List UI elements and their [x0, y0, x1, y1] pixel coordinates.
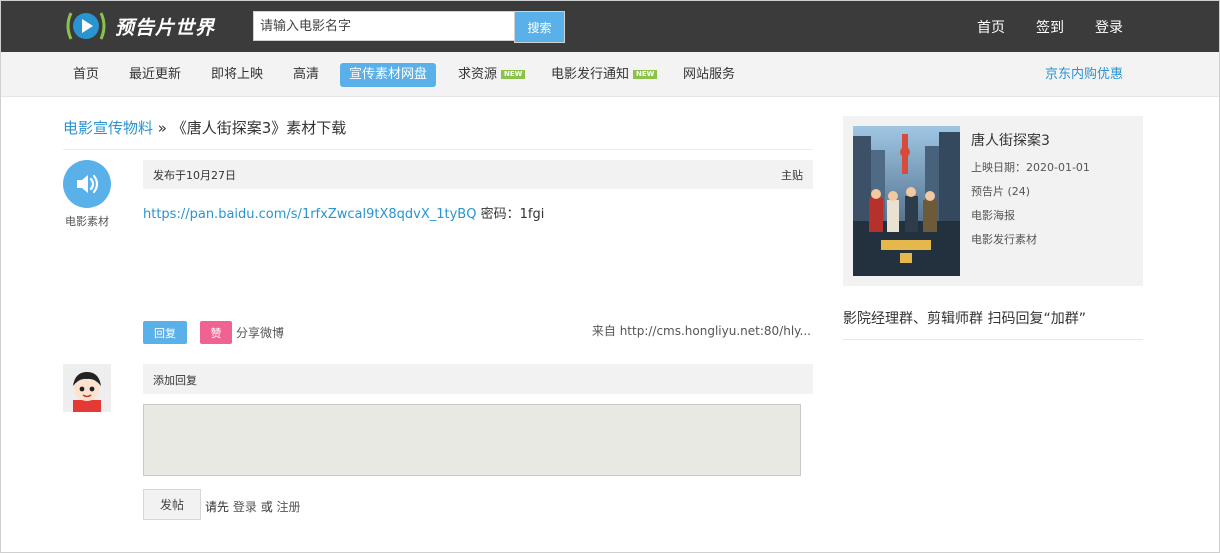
post-date: 发布于10月27日 [153, 169, 236, 182]
main-nav: 首页 最近更新 即将上映 高清 宣传素材网盘 求资源 NEW 电影发行通知 NEW … [1, 52, 1219, 97]
breadcrumb-separator: » [157, 119, 167, 137]
breadcrumb-link[interactable]: 电影宣传物料 [63, 119, 153, 137]
movie-poster-image [853, 126, 960, 276]
speaker-icon [77, 174, 99, 194]
author-avatar[interactable] [63, 160, 111, 208]
top-link-login[interactable]: 登录 [1095, 17, 1123, 37]
top-link-home[interactable]: 首页 [977, 17, 1005, 37]
nav-item-release-notice-label: 电影发行通知 [551, 67, 630, 82]
post-tag: 主贴 [781, 169, 803, 182]
nav-item-upcoming[interactable]: 即将上映 [211, 63, 263, 87]
search-button[interactable]: 搜索 [514, 11, 565, 43]
nav-item-request-label: 求资源 [458, 67, 498, 82]
top-bar: 预告片世界 搜索 首页 签到 登录 [1, 1, 1219, 52]
nav-item-home[interactable]: 首页 [73, 63, 99, 87]
movie-poster[interactable] [853, 126, 960, 276]
reply-button[interactable]: 回复 [143, 321, 187, 344]
nav-item-release-notice[interactable]: 电影发行通知 NEW [551, 63, 658, 87]
password-label: 密码： [480, 207, 520, 222]
register-link[interactable]: 注册 [277, 500, 301, 514]
post-source: 来自 http://cms.hongliyu.net:80/hly... [591, 324, 811, 338]
top-links: 首页 签到 登录 [946, 1, 1123, 52]
submit-post-button[interactable]: 发帖 [143, 489, 201, 520]
logo-text: 预告片世界 [115, 16, 216, 39]
new-badge: NEW [633, 70, 658, 79]
login-hint: 请先 登录 或 注册 [205, 498, 301, 515]
post-body: https://pan.baidu.com/s/1rfxZwcal9tX8qdv… [143, 203, 544, 222]
reply-header: 添加回复 [143, 364, 813, 394]
nav-item-hd[interactable]: 高清 [293, 63, 319, 87]
breadcrumb-current: 《唐人街探案3》素材下载 [171, 119, 347, 137]
password-value: 1fgi [519, 207, 545, 222]
movie-card: 唐人街探案3 上映日期：2020-01-01 预告片 (24) 电影海报 电影发… [843, 116, 1143, 286]
divider [843, 339, 1143, 340]
new-badge: NEW [501, 70, 526, 79]
search-input[interactable] [254, 12, 516, 40]
avatar-face-icon [63, 364, 111, 412]
nav-item-recent[interactable]: 最近更新 [129, 63, 181, 87]
post-header: 发布于10月27日 主贴 [143, 160, 813, 189]
site-logo[interactable]: 预告片世界 [63, 9, 215, 43]
movie-poster-link[interactable]: 电影海报 [971, 207, 1015, 223]
search-box [253, 11, 516, 41]
movie-release-date: 上映日期：2020-01-01 [971, 161, 1090, 174]
nav-item-request[interactable]: 求资源 NEW [458, 63, 526, 87]
user-avatar [63, 364, 111, 412]
jd-promo-link[interactable]: 京东内购优惠 [1045, 63, 1123, 87]
movie-trailer-link[interactable]: 预告片 (24) [971, 183, 1030, 199]
reply-textarea[interactable] [143, 404, 801, 476]
share-weibo-link[interactable]: 分享微博 [236, 324, 284, 341]
author-name[interactable]: 电影素材 [63, 213, 111, 229]
breadcrumb: 电影宣传物料 » 《唐人街探案3》素材下载 [63, 117, 346, 138]
movie-material-link[interactable]: 电影发行素材 [971, 231, 1037, 247]
like-button[interactable]: 赞 [200, 321, 232, 344]
login-link[interactable]: 登录 [233, 500, 257, 514]
top-link-checkin[interactable]: 签到 [1036, 17, 1064, 37]
baidu-pan-link[interactable]: https://pan.baidu.com/s/1rfxZwcal9tX8qdv… [143, 207, 476, 222]
play-logo-icon [66, 12, 106, 40]
divider [63, 149, 813, 150]
movie-title[interactable]: 唐人街探案3 [971, 130, 1050, 150]
nav-item-services[interactable]: 网站服务 [683, 63, 735, 87]
reply-title: 添加回复 [153, 374, 197, 387]
nav-item-promo-drive[interactable]: 宣传素材网盘 [340, 63, 437, 87]
login-hint-or: 或 [260, 500, 273, 514]
login-hint-prefix: 请先 [205, 500, 230, 514]
group-promo-text: 影院经理群、剪辑师群 扫码回复“加群” [843, 311, 1086, 327]
